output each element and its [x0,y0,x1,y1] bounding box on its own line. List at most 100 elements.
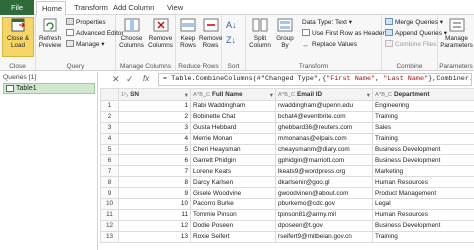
cell-full-name[interactable]: Tommie Pinson [190,208,276,221]
cell-department[interactable]: Business Development [372,219,474,232]
row-number[interactable]: 7 [100,165,119,178]
tab-home[interactable]: Home [36,1,66,15]
group-by-button[interactable]: Group By [273,17,297,49]
tab-view[interactable]: View [162,1,188,15]
row-number[interactable]: 1 [100,100,119,112]
replace-values-button[interactable]: ↔ Replace Values [302,40,357,50]
cell-department[interactable]: Human Resources [372,208,474,221]
table-corner[interactable] [100,88,119,101]
filter-dropdown-icon[interactable]: ▾ [185,91,188,99]
table-row[interactable]: 2 2 Bobinette Chat bchat4@eventbrite.com Tra… [100,110,474,123]
tab-file[interactable]: File [0,0,34,15]
cell-sn[interactable]: 2 [118,110,191,123]
manage-button[interactable]: Manage ▾ [66,40,105,50]
cell-full-name[interactable]: Roxie Seifert [190,230,276,243]
cell-email[interactable]: ghebbard36@reuters.com [275,121,373,134]
filter-dropdown-icon[interactable]: ▾ [270,91,273,99]
use-first-row-button[interactable]: Use First Row as Headers ▾ [302,29,393,39]
cell-full-name[interactable]: Garrett Phidgin [190,154,276,167]
sort-descending-icon[interactable]: Z↓ [226,35,236,45]
cell-email[interactable]: gphidgin@marriott.com [275,154,373,167]
row-number[interactable]: 13 [100,230,119,243]
table-row[interactable]: 1 1 Rabi Waddingham rwaddingham@upenn.edu En… [100,100,474,112]
cell-department[interactable]: Legal [372,198,474,210]
remove-columns-button[interactable]: Remove Columns [146,17,175,49]
cell-email[interactable]: dkarlsenir@goo.gl [275,176,373,189]
cell-full-name[interactable]: Gisele Woodvine [190,187,276,200]
table-row[interactable]: 3 3 Gusta Hebbard ghebbard36@reuters.com Sal… [100,121,474,134]
cell-full-name[interactable]: Dodie Poseen [190,219,276,232]
row-number[interactable]: 6 [100,154,119,167]
row-number[interactable]: 8 [100,176,119,189]
cell-department[interactable]: Product Management [372,187,474,200]
column-header-full-name[interactable]: A^B_C Full Name ▾ [190,88,276,101]
cell-sn[interactable]: 11 [118,208,191,221]
cell-department[interactable]: Training [372,132,474,145]
cell-full-name[interactable]: Darcy Karlsen [190,176,276,189]
cell-department[interactable]: Business Development [372,143,474,156]
properties-button[interactable]: Properties [66,18,106,28]
cell-email[interactable]: lkeats9@wordpress.org [275,165,373,178]
cell-department[interactable]: Human Resources [372,176,474,189]
manage-parameters-button[interactable]: Manage Parameters [439,17,474,49]
cell-email[interactable]: mmonanas@elpais.com [275,132,373,145]
cell-sn[interactable]: 9 [118,187,191,200]
table-row[interactable]: 10 10 Pacorro Burke pburkemo@cdc.gov Legal [100,198,474,210]
refresh-preview-button[interactable]: Refresh Preview [37,17,63,49]
data-type-dropdown[interactable]: Data Type: Text ▾ [302,18,352,28]
row-number[interactable]: 11 [100,208,119,221]
cell-full-name[interactable]: Merrie Monan [190,132,276,145]
row-number[interactable]: 10 [100,198,119,210]
filter-dropdown-icon[interactable]: ▾ [367,91,370,99]
cell-department[interactable]: Training [372,230,474,243]
cell-full-name[interactable]: Bobinette Chat [190,110,276,123]
cell-sn[interactable]: 10 [118,198,191,210]
cell-department[interactable]: Marketing [372,165,474,178]
split-column-button[interactable]: Split Column [247,17,273,49]
cell-email[interactable]: tpinson81@army.mil [275,208,373,221]
cell-sn[interactable]: 4 [118,132,191,145]
table-row[interactable]: 8 8 Darcy Karlsen dkarlsenir@goo.gl Human Re… [100,176,474,189]
cell-department[interactable]: Sales [372,121,474,134]
cell-sn[interactable]: 5 [118,143,191,156]
cell-department[interactable]: Business Development [372,154,474,167]
cell-sn[interactable]: 3 [118,121,191,134]
cell-sn[interactable]: 6 [118,154,191,167]
keep-rows-button[interactable]: Keep Rows [177,17,199,49]
row-number[interactable]: 12 [100,219,119,232]
table-row[interactable]: 4 4 Merrie Monan mmonanas@elpais.com Trainin… [100,132,474,145]
cell-department[interactable]: Engineering [372,100,474,112]
cell-email[interactable]: pburkemo@cdc.gov [275,198,373,210]
cancel-formula-icon[interactable]: ✕ [112,74,120,85]
table-row[interactable]: 5 5 Cheri Heaysman cheaysmanm@diary.com Busi… [100,143,474,156]
cell-email[interactable]: rwaddingham@upenn.edu [275,100,373,112]
combine-files-button[interactable]: Combine Files [385,40,437,50]
row-number[interactable]: 3 [100,121,119,134]
sort-ascending-icon[interactable]: A↓ [226,20,237,30]
table-row[interactable]: 9 9 Gisele Woodvine gwoodvinen@about.com Pro… [100,187,474,200]
cell-sn[interactable]: 13 [118,230,191,243]
row-number[interactable]: 2 [100,110,119,123]
confirm-formula-icon[interactable]: ✓ [126,74,134,85]
row-number[interactable]: 4 [100,132,119,145]
table-row[interactable]: 11 11 Tommie Pinson tpinson81@army.mil Human… [100,208,474,221]
table-row[interactable]: 12 12 Dodie Poseen dposeen@t.gov Business De… [100,219,474,232]
tab-transform[interactable]: Transform [69,1,113,15]
formula-input[interactable]: = Table.CombineColumns(#"Changed Type",{… [158,73,472,86]
cell-email[interactable]: cheaysmanm@diary.com [275,143,373,156]
cell-sn[interactable]: 7 [118,165,191,178]
cell-email[interactable]: rseifert9@mitbeian.gov.cn [275,230,373,243]
row-number[interactable]: 9 [100,187,119,200]
remove-rows-button[interactable]: Remove Rows [199,17,222,49]
table-row[interactable]: 7 7 Lorene Keats lkeats9@wordpress.org Marke… [100,165,474,178]
cell-full-name[interactable]: Gusta Hebbard [190,121,276,134]
cell-full-name[interactable]: Pacorro Burke [190,198,276,210]
cell-sn[interactable]: 12 [118,219,191,232]
cell-full-name[interactable]: Cheri Heaysman [190,143,276,156]
cell-department[interactable]: Training [372,110,474,123]
merge-queries-button[interactable]: Merge Queries ▾ [385,18,443,28]
cell-email[interactable]: dposeen@t.gov [275,219,373,232]
row-number[interactable]: 5 [100,143,119,156]
cell-email[interactable]: bchat4@eventbrite.com [275,110,373,123]
tab-add-column[interactable]: Add Column [108,1,159,15]
